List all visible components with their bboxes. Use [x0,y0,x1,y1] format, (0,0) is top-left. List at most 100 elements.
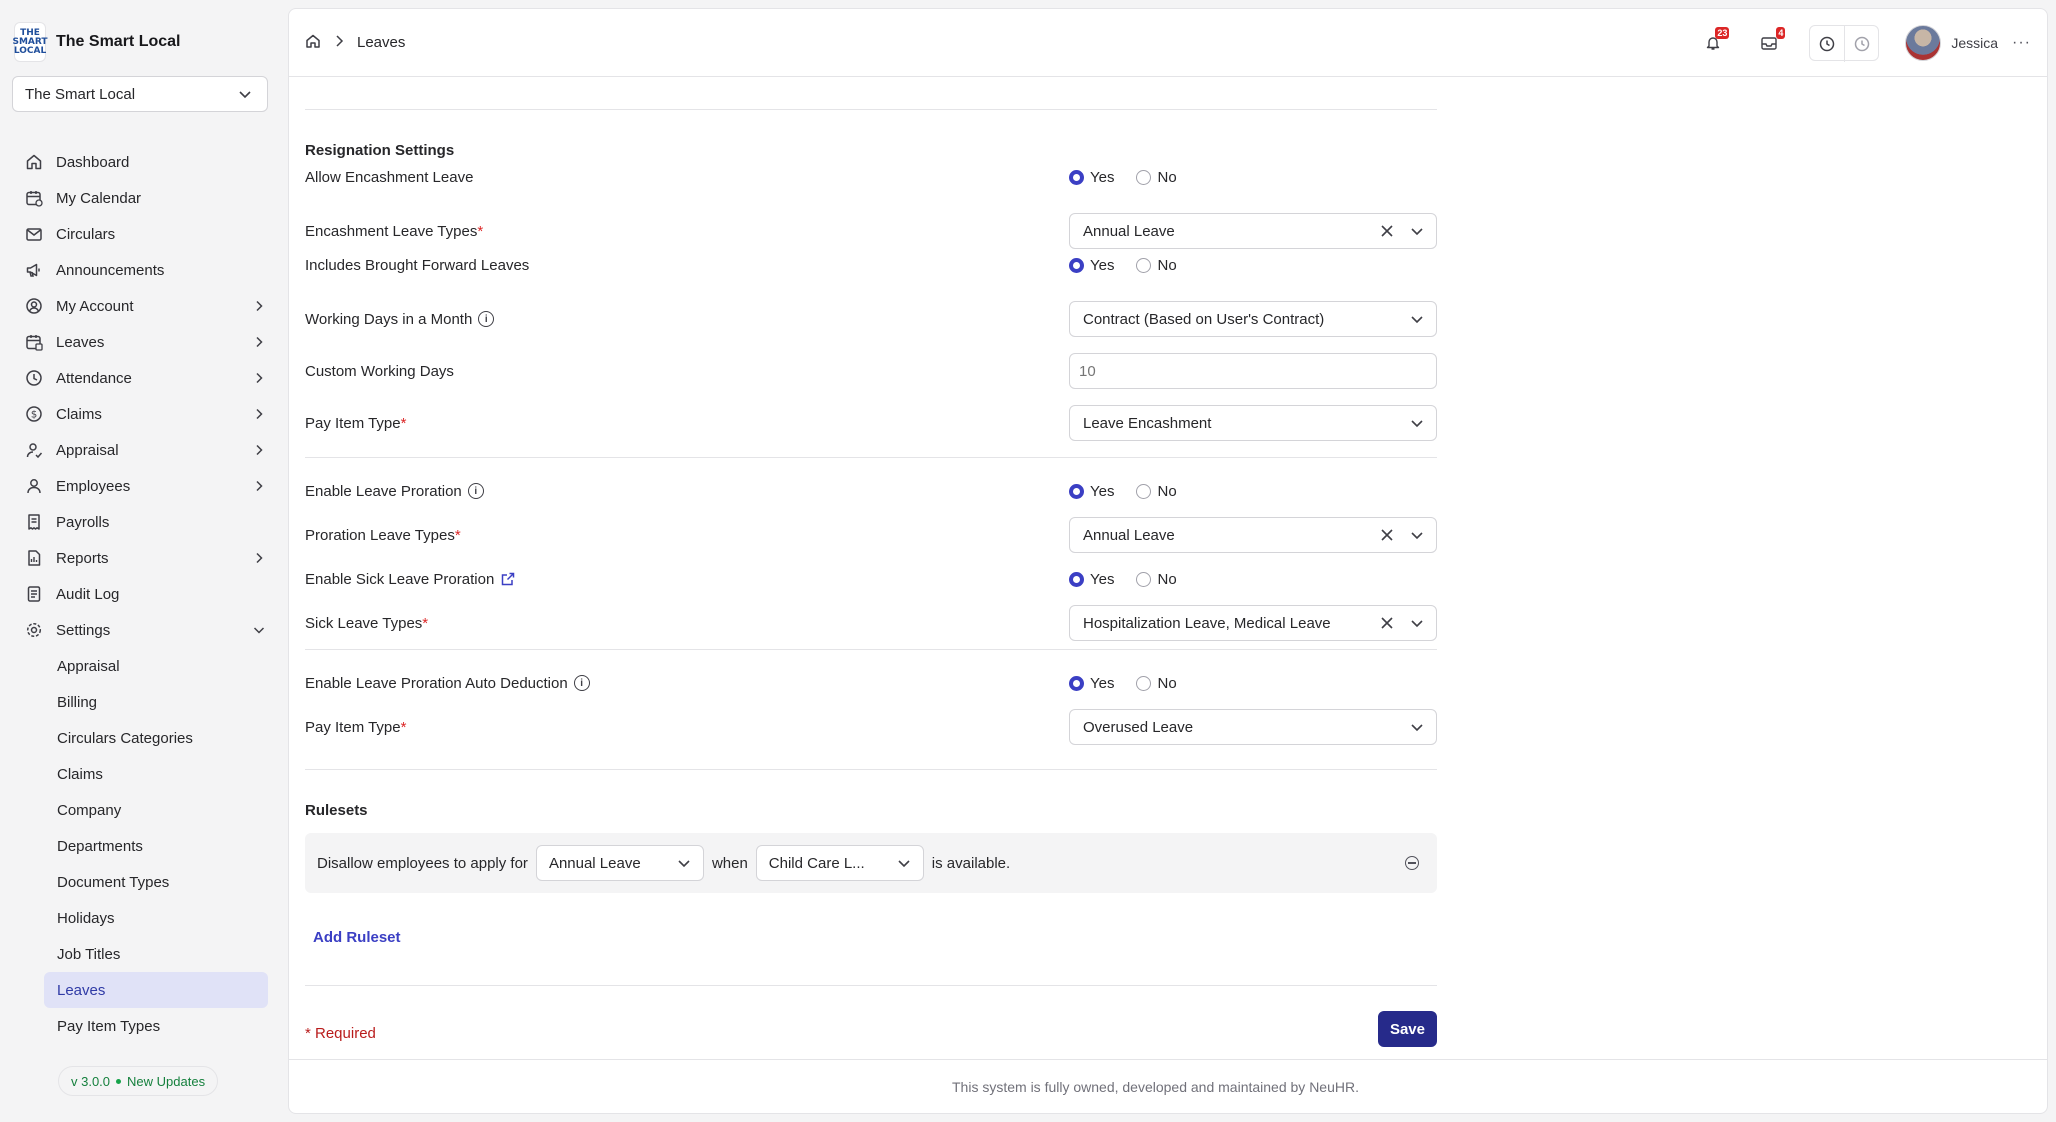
nav-item-my-account[interactable]: My Account [0,288,288,324]
clock-out-button[interactable] [1844,25,1878,62]
enable-proration-label: Enable Leave Proration i [305,483,484,500]
nav-item-attendance[interactable]: Attendance [0,360,288,396]
log-icon [24,584,44,604]
sub-item-company[interactable]: Company [44,792,268,828]
info-icon[interactable]: i [478,311,495,327]
sub-item-leaves[interactable]: Leaves [44,972,268,1008]
nav-item-audit-log[interactable]: Audit Log [0,576,288,612]
includes-bf-no[interactable]: No [1136,257,1177,274]
sub-item-holidays[interactable]: Holidays [44,900,268,936]
sub-item-departments[interactable]: Departments [44,828,268,864]
clear-icon[interactable] [1380,616,1394,630]
nav-item-announcements[interactable]: Announcements [0,252,288,288]
clock-in-button[interactable] [1810,26,1844,62]
breadcrumb: Leaves [305,33,405,53]
dollar-icon: $ [24,404,44,424]
info-icon[interactable]: i [467,483,484,499]
main-nav: Dashboard My Calendar Circulars Announce… [0,144,288,1044]
receipt-icon [24,512,44,532]
calendar-icon [24,188,44,208]
pay-item-type-select[interactable]: Overused Leave [1069,709,1437,745]
clear-icon[interactable] [1380,528,1394,542]
nav-item-circulars[interactable]: Circulars [0,216,288,252]
nav-item-leaves[interactable]: Leaves [0,324,288,360]
allow-encashment-radios: Yes No [1069,169,1437,186]
clear-icon[interactable] [1380,224,1394,238]
nav-item-settings[interactable]: Settings [0,612,288,648]
remove-ruleset-icon[interactable] [1405,856,1419,870]
nav-item-claims[interactable]: $ Claims [0,396,288,432]
more-icon[interactable]: ··· [2012,34,2031,52]
sub-item-pay-item-types[interactable]: Pay Item Types [44,1008,268,1044]
radio-unselected [1136,675,1152,691]
section-title: Resignation Settings [305,142,455,159]
notifications-button[interactable]: 23 [1695,25,1731,61]
rule-when: when [711,854,748,872]
inbox-button[interactable]: 4 [1751,25,1787,61]
chevron-down-icon [1411,724,1423,732]
row-custom-working-days: Custom Working Days [305,353,1437,389]
svg-text:$: $ [31,410,37,421]
version-number: v 3.0.0 [71,1073,111,1089]
report-icon [24,548,44,568]
user-menu[interactable]: Jessica [1905,24,1999,61]
radio-selected [1069,675,1084,691]
rulesets-title: Rulesets [305,802,368,819]
nav-item-my-calendar[interactable]: My Calendar [0,180,288,216]
external-link-icon[interactable] [500,571,516,587]
version-badge[interactable]: v 3.0.0 New Updates [58,1066,219,1096]
brand[interactable]: THE SMART LOCAL The Smart Local [12,22,181,62]
divider [305,457,1437,458]
nav-item-payrolls[interactable]: Payrolls [0,504,288,540]
nav-item-employees[interactable]: Employees [0,468,288,504]
pay-item-type-select[interactable]: Leave Encashment [1069,405,1437,441]
row-proration-types: Proration Leave Types * Annual Leave [305,517,1437,553]
rule-condition-select[interactable]: Child Care L... [755,845,924,881]
chevron-right-icon [252,443,266,457]
auto-deduction-no[interactable]: No [1136,675,1177,692]
sick-types-select[interactable]: Hospitalization Leave, Medical Leave [1069,605,1437,641]
brand-name: The Smart Local [56,33,181,50]
encashment-types-select[interactable]: Annual Leave [1069,213,1437,249]
enable-proration-yes[interactable]: Yes [1069,483,1114,500]
auto-deduction-label: Enable Leave Proration Auto Deduction i [305,675,590,692]
working-days-select[interactable]: Contract (Based on User's Contract) [1069,301,1437,337]
info-icon[interactable]: i [573,675,590,691]
auto-deduction-yes[interactable]: Yes [1069,675,1114,692]
pay-item-type-label: Pay Item Type * [305,718,407,736]
sub-item-circulars-categories[interactable]: Circulars Categories [44,720,268,756]
rule-suffix: is available. [931,854,1011,872]
allow-encashment-no[interactable]: No [1136,169,1177,186]
enable-proration-no[interactable]: No [1136,483,1177,500]
company-select[interactable]: The Smart Local [12,76,268,112]
chevron-right-icon [333,34,345,52]
sub-item-document-types[interactable]: Document Types [44,864,268,900]
sick-proration-no[interactable]: No [1136,571,1177,588]
allow-encashment-yes[interactable]: Yes [1069,169,1114,186]
nav-item-reports[interactable]: Reports [0,540,288,576]
row-pay-item-type-1: Pay Item Type * Leave Encashment [305,405,1437,441]
encashment-types-label: Encashment Leave Types * [305,222,484,240]
sub-item-job-titles[interactable]: Job Titles [44,936,268,972]
sub-item-claims[interactable]: Claims [44,756,268,792]
nav-item-appraisal[interactable]: Appraisal [0,432,288,468]
sub-item-billing[interactable]: Billing [44,684,268,720]
sub-item-appraisal[interactable]: Appraisal [44,648,268,684]
rule-leave-select[interactable]: Annual Leave [535,845,704,881]
proration-types-select[interactable]: Annual Leave [1069,517,1437,553]
user-icon [24,476,44,496]
gear-icon [24,620,44,640]
sick-types-label: Sick Leave Types * [305,614,429,632]
auto-deduction-radios: Yes No [1069,675,1437,692]
sick-proration-yes[interactable]: Yes [1069,571,1114,588]
custom-working-days-input[interactable] [1069,353,1437,389]
chevron-right-icon [252,335,266,349]
add-ruleset-button[interactable]: Add Ruleset [313,929,401,946]
includes-bf-yes[interactable]: Yes [1069,257,1114,274]
nav-item-dashboard[interactable]: Dashboard [0,144,288,180]
home-icon[interactable] [305,33,321,53]
inbox-badge: 4 [1776,26,1786,39]
user-name: Jessica [1951,34,1999,51]
save-button[interactable]: Save [1377,1011,1437,1047]
company-select-value: The Smart Local [25,85,136,103]
